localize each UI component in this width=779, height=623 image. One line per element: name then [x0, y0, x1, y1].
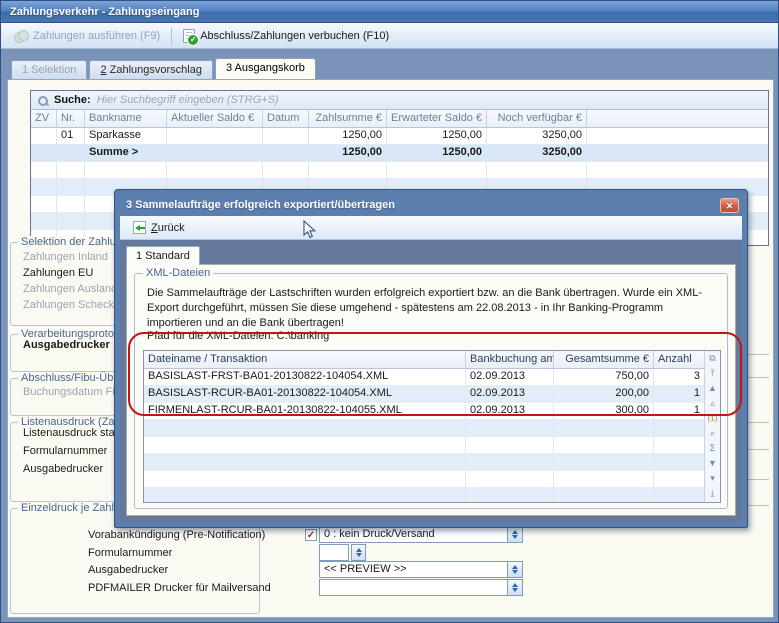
payment-row[interactable]: 01 Sparkasse 1250,00 1250,00 3250,00 [31, 128, 768, 145]
dialog-title: 3 Sammelaufträge erfolgreich exportiert/… [126, 199, 395, 211]
form-row-ausgabedrucker: Ausgabedrucker << PREVIEW >> [8, 561, 773, 578]
dropdown-spinner-icon[interactable] [507, 562, 522, 577]
empty-row [144, 488, 704, 503]
export-message: Die Sammelaufträge der Lastschriften wur… [147, 286, 719, 331]
col-aktueller-saldo[interactable]: Aktueller Saldo € [167, 110, 263, 127]
table-side-toolbar: ⧉ ⤒ ▲ ▵ (1) ⌕ Σ ▼ ▾ ⤓ [704, 351, 720, 502]
main-toolbar: Zahlungen ausführen (F9) Abschluss/Zahlu… [1, 23, 778, 49]
form-row-prenotification: Vorabankündigung (Pre-Notification) ✓ 0 … [8, 526, 773, 543]
export-result-dialog: 3 Sammelaufträge erfolgreich exportiert/… [114, 189, 748, 528]
field-edge-line [747, 422, 769, 423]
dialog-toolbar: Zurück [120, 216, 742, 240]
app-window: Zahlungsverkehr - Zahlungseingang Zahlun… [0, 0, 779, 623]
xml-files-fieldset: XML-Dateien Die Sammelaufträge der Lasts… [134, 273, 728, 509]
col-erwarteter-saldo[interactable]: Erwarteter Saldo € [387, 110, 487, 127]
col-nr[interactable]: Nr. [57, 110, 85, 127]
form-row-pdfmailer: PDFMAILER Drucker für Mailversand [8, 579, 773, 596]
field-edge-line [747, 505, 769, 506]
back-label: Zurück [151, 222, 185, 234]
dialog-titlebar[interactable]: 3 Sammelaufträge erfolgreich exportiert/… [120, 195, 742, 216]
payments-grid-header: ZV Nr. Bankname Aktueller Saldo € Datum … [31, 110, 768, 128]
fieldset-legend: XML-Dateien [143, 267, 213, 279]
sum-row: Summe > 1250,00 1250,00 3250,00 [31, 145, 768, 162]
col-anzahl[interactable]: Anzahl [654, 351, 704, 368]
prenotification-dropdown[interactable]: 0 : kein Druck/Versand [319, 526, 523, 543]
files-table: Dateiname / Transaktion Bankbuchung am G… [143, 350, 721, 503]
ausgabedrucker-label: Ausgabedrucker [88, 564, 168, 576]
execute-payments-button: Zahlungen ausführen (F9) [7, 28, 167, 44]
back-button[interactable]: Zurück [127, 220, 191, 235]
book-payments-label: Abschluss/Zahlungen verbuchen (F10) [200, 30, 389, 42]
group-legend: Einzeldruck je Zahlun [18, 502, 129, 514]
main-tabstrip: 1 Selektion 2 Zahlungsvorschlag 3 Ausgan… [11, 58, 318, 79]
scroll-bottom-icon[interactable]: ⤓ [711, 486, 715, 501]
document-check-icon [183, 29, 195, 43]
empty-row [31, 162, 768, 179]
scroll-down-icon[interactable]: ▾ [710, 471, 715, 486]
col-bankname[interactable]: Bankname [85, 110, 167, 127]
col-noch-verfuegbar[interactable]: Noch verfügbar € [487, 110, 587, 127]
form-row-formularnummer: Formularnummer [8, 544, 773, 561]
empty-row [144, 420, 704, 437]
col-gesamtsumme[interactable]: Gesamtsumme € [554, 351, 654, 368]
prenotification-label: Vorabankündigung (Pre-Notification) [88, 529, 265, 541]
prenotification-checkbox[interactable]: ✓ [305, 529, 317, 541]
search-icon [37, 95, 48, 106]
copy-icon[interactable]: ⧉ [709, 351, 715, 366]
file-row[interactable]: FIRMENLAST-RCUR-BA01-20130822-104055.XML… [144, 403, 704, 420]
filter-icon[interactable]: ▼ [708, 456, 717, 471]
empty-row [144, 437, 704, 454]
col-filler [587, 110, 768, 127]
scroll-up-icon[interactable]: ▲ [708, 381, 717, 396]
back-arrow-icon [133, 221, 146, 234]
book-payments-button[interactable]: Abschluss/Zahlungen verbuchen (F10) [176, 27, 396, 45]
empty-row [144, 471, 704, 488]
dialog-body: 1 Standard XML-Dateien Die Sammelaufträg… [120, 240, 742, 522]
col-dateiname[interactable]: Dateiname / Transaktion [144, 351, 466, 368]
tab-zahlungsvorschlag[interactable]: 2 Zahlungsvorschlag [89, 60, 213, 79]
page-indicator: (1) [708, 411, 718, 426]
scroll-top-icon[interactable]: ⤒ [711, 366, 715, 381]
files-table-header: Dateiname / Transaktion Bankbuchung am G… [144, 351, 704, 369]
grid-search-bar[interactable]: Suche: Hier Suchbegriff eingeben (STRG+S… [31, 91, 768, 110]
field-edge-line [747, 377, 769, 378]
pdfmailer-label: PDFMAILER Drucker für Mailversand [88, 582, 271, 594]
dialog-tab-standard[interactable]: 1 Standard [126, 246, 200, 265]
toolbar-separator [171, 27, 172, 45]
search-placeholder: Hier Suchbegriff eingeben (STRG+S) [97, 94, 279, 106]
group-legend: Verarbeitungsprotoko [18, 328, 129, 340]
dropdown-spinner-icon[interactable] [507, 527, 522, 542]
execute-payments-label: Zahlungen ausführen (F9) [33, 30, 160, 42]
field-edge-line [747, 449, 769, 450]
file-row[interactable]: BASISLAST-FRST-BA01-20130822-104054.XML … [144, 369, 704, 386]
dropdown-spinner-icon[interactable] [507, 580, 522, 595]
dialog-content: XML-Dateien Die Sammelaufträge der Lasts… [126, 264, 736, 516]
close-icon[interactable]: ✕ [720, 198, 739, 213]
tab-selektion: 1 Selektion [11, 60, 87, 79]
file-row[interactable]: BASISLAST-RCUR-BA01-20130822-104054.XML … [144, 386, 704, 403]
scroll-up-small-icon[interactable]: ▵ [710, 396, 715, 411]
col-datum[interactable]: Datum [263, 110, 309, 127]
formularnummer-spinner-icon[interactable] [351, 544, 366, 561]
col-zv[interactable]: ZV [31, 110, 57, 127]
window-title: Zahlungsverkehr - Zahlungseingang [10, 6, 199, 18]
field-edge-line [747, 354, 769, 355]
field-edge-line [747, 479, 769, 480]
formularnummer-input[interactable] [319, 544, 349, 561]
coins-icon [14, 30, 28, 42]
col-zahlsumme[interactable]: Zahlsumme € [309, 110, 387, 127]
empty-row [144, 454, 704, 471]
formularnummer-label: Formularnummer [88, 547, 172, 559]
col-bankbuchung[interactable]: Bankbuchung am [466, 351, 554, 368]
search-icon[interactable]: ⌕ [710, 426, 715, 441]
sum-icon[interactable]: Σ [710, 441, 716, 456]
tab-ausgangskorb[interactable]: 3 Ausgangskorb [215, 58, 316, 79]
xml-path: Pfad für die XML-Dateien: C:\banking [147, 330, 329, 342]
search-label: Suche: [54, 94, 91, 106]
pdfmailer-dropdown[interactable] [319, 579, 523, 596]
ausgabedrucker-dropdown[interactable]: << PREVIEW >> [319, 561, 523, 578]
window-titlebar: Zahlungsverkehr - Zahlungseingang [1, 1, 778, 23]
